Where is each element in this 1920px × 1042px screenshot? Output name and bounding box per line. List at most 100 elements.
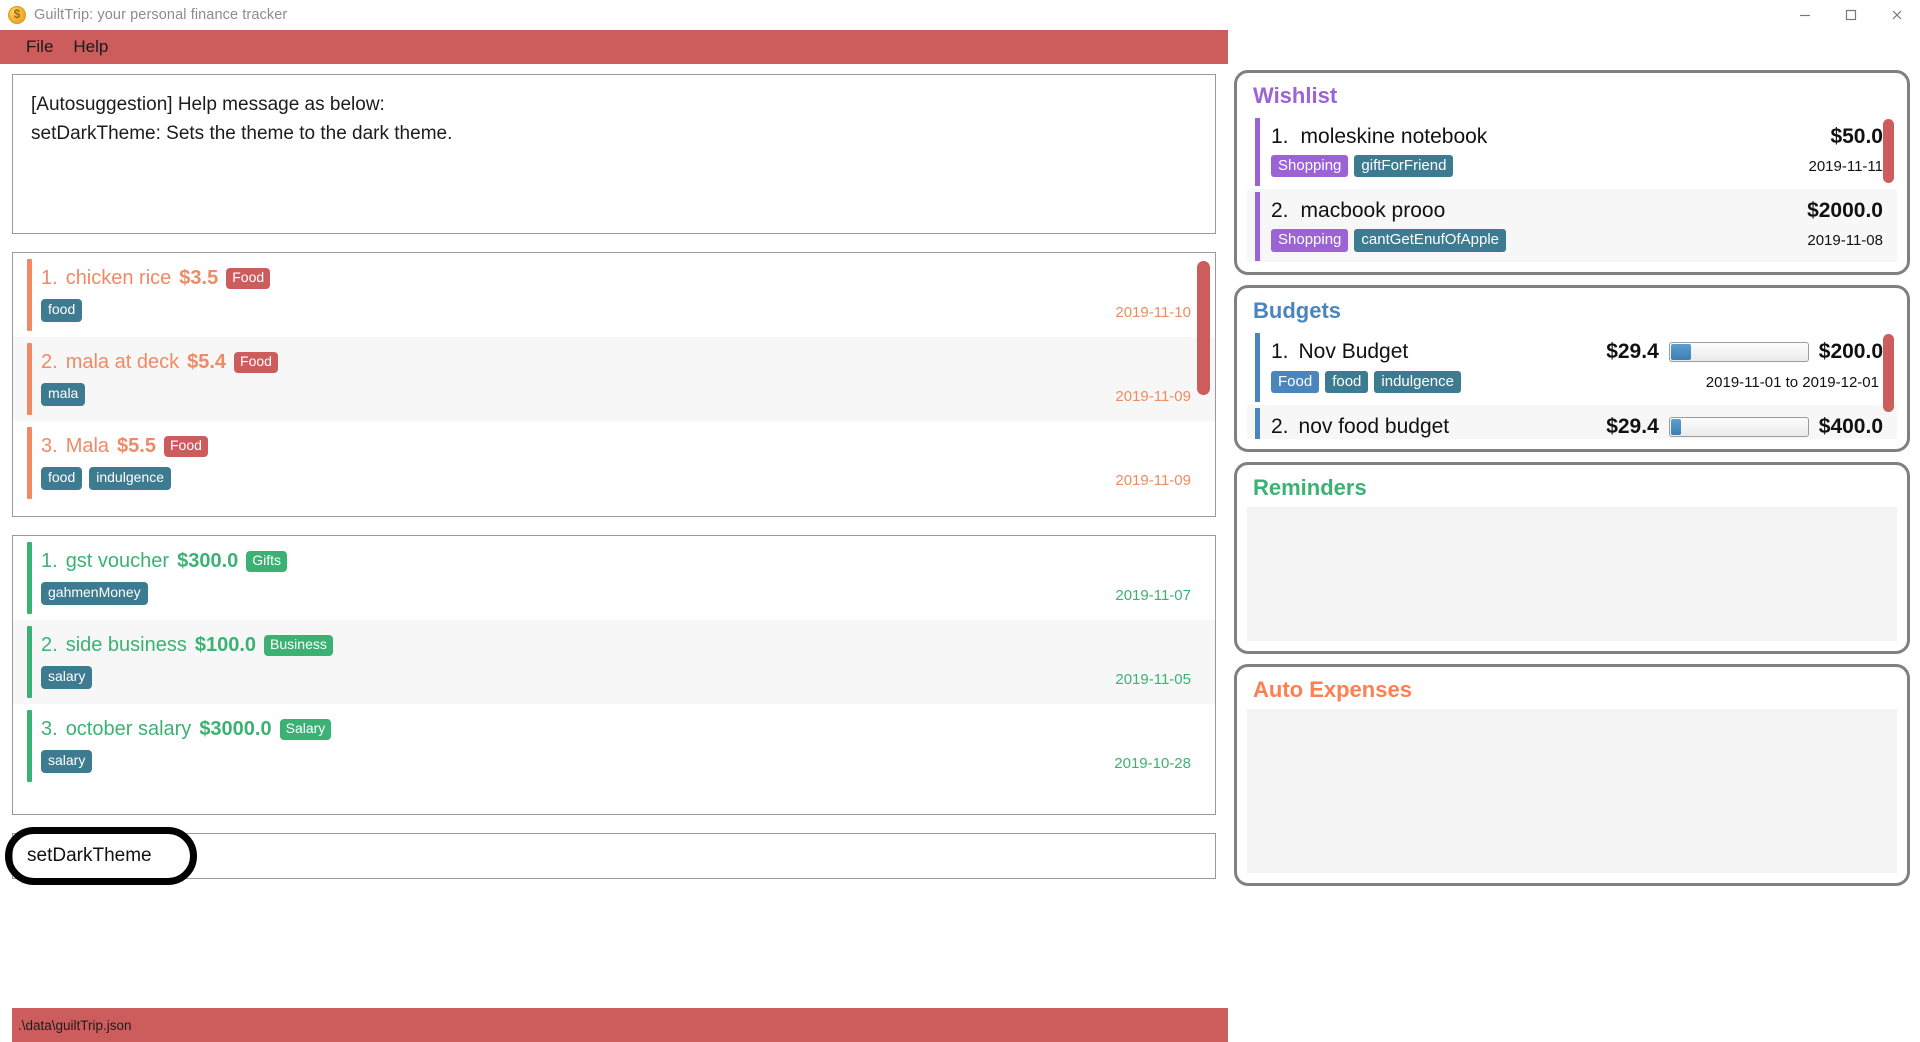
budgets-scrollbar[interactable] <box>1881 330 1897 439</box>
wishlist-item-accent <box>1255 192 1260 261</box>
budget-progress-fill <box>1670 344 1692 360</box>
row-name: side business <box>65 634 187 656</box>
budget-item-accent <box>1255 408 1260 439</box>
row-index: 1. <box>41 267 58 289</box>
row-accent-bar <box>27 259 32 331</box>
result-line-2: setDarkTheme: Sets the theme to the dark… <box>31 122 453 144</box>
income-row-header: 1. gst voucher $300.0 Gifts <box>41 550 1195 573</box>
row-category-tag: Salary <box>279 719 332 740</box>
expense-row-tags: food <box>41 298 1195 323</box>
row-accent-bar <box>27 343 32 415</box>
command-input[interactable] <box>12 833 1216 879</box>
expense-rows: 1. chicken rice $3.5 Food food 2019-11-10 2. ma… <box>13 253 1215 505</box>
row-tag: salary <box>41 666 93 689</box>
budget-item-number: 1. <box>1271 340 1289 363</box>
budget-item-tags: Food food indulgence <box>1271 371 1706 394</box>
budget-item-range: 2019-11-01 to 2019-12-01 <box>1705 373 1879 391</box>
window-controls <box>1782 0 1920 30</box>
minimize-icon[interactable] <box>1782 0 1828 30</box>
budgets-title: Budgets <box>1253 298 1341 323</box>
wishlist-item-number: 1. <box>1271 125 1289 148</box>
expense-row-tags: mala <box>41 382 1195 407</box>
right-column: Wishlist 1. moleskine notebook $50.0 Shoppi… <box>1228 64 1920 1042</box>
budget-item[interactable]: 1. Nov Budget $29.4 $200.0 Food food indulgenc… <box>1247 330 1897 406</box>
wishlist-item-category: Shopping <box>1271 229 1349 252</box>
income-row[interactable]: 1. gst voucher $300.0 Gifts gahmenMoney 2019-… <box>13 536 1215 620</box>
reminders-panel: Reminders <box>1234 462 1910 654</box>
wishlist-item-name: macbook prooo <box>1300 199 1446 223</box>
income-rows: 1. gst voucher $300.0 Gifts gahmenMoney 2019-… <box>13 536 1215 788</box>
result-line-1: [Autosuggestion] Help message as below: <box>31 94 385 115</box>
row-amount: $3000.0 <box>199 718 272 740</box>
row-date: 2019-11-07 <box>1115 587 1191 604</box>
wishlist-item-tags: Shopping cantGetEnufOfApple <box>1271 229 1807 252</box>
budget-item-header: 1. Nov Budget $29.4 $200.0 <box>1271 340 1883 364</box>
income-list-panel: 1. gst voucher $300.0 Gifts gahmenMoney 2019-… <box>12 535 1216 815</box>
budget-item-total: $400.0 <box>1818 415 1883 439</box>
row-name: october salary <box>65 718 192 740</box>
expense-row[interactable]: 3. Mala $5.5 Food food indulgence 2019-11-09 <box>13 421 1215 505</box>
row-date: 2019-11-09 <box>1115 388 1191 405</box>
reminders-list <box>1247 507 1897 641</box>
wishlist-item-tag: cantGetEnufOfApple <box>1354 229 1506 252</box>
budget-progress-bar <box>1668 342 1809 362</box>
row-category-tag: Business <box>264 635 333 656</box>
wishlist-item-category: Shopping <box>1271 155 1349 178</box>
expense-row[interactable]: 1. chicken rice $3.5 Food food 2019-11-10 <box>13 253 1215 337</box>
budget-item-total: $200.0 <box>1818 340 1883 363</box>
command-box-wrapper <box>5 827 1216 885</box>
wishlist-item[interactable]: 2. macbook prooo $2000.0 Shopping cantGetEnu… <box>1247 189 1897 262</box>
budget-item[interactable]: 2. nov food budget $29.4 $400.0 <box>1247 405 1897 439</box>
expense-scrollbar[interactable] <box>1193 253 1215 516</box>
app-body: [Autosuggestion] Help message as below: … <box>0 64 1920 1042</box>
budget-item-name: nov food budget <box>1298 415 1450 439</box>
close-icon[interactable] <box>1874 0 1920 30</box>
budgets-panel: Budgets 1. Nov Budget $29.4 $200.0 Food food i… <box>1234 285 1910 452</box>
wishlist-item-meta: Shopping giftForFriend 2019-11-11 <box>1271 155 1883 178</box>
window-titlebar: GuiltTrip: your personal finance tracker <box>0 0 1920 30</box>
row-index: 1. <box>41 550 58 572</box>
wishlist-scrollbar-thumb[interactable] <box>1883 119 1894 183</box>
expense-row[interactable]: 2. mala at deck $5.4 Food mala 2019-11-09 <box>13 337 1215 421</box>
income-row[interactable]: 2. side business $100.0 Business salary 2019-… <box>13 620 1215 704</box>
row-index: 2. <box>41 634 58 656</box>
expense-row-tags: food indulgence <box>41 466 1195 491</box>
reminders-title: Reminders <box>1253 475 1367 500</box>
expense-scrollbar-thumb[interactable] <box>1197 261 1210 395</box>
menu-item-help[interactable]: Help <box>63 30 118 64</box>
wishlist-scrollbar[interactable] <box>1881 115 1897 262</box>
budget-item-tag: indulgence <box>1374 371 1461 394</box>
budget-item-number: 2. <box>1271 415 1289 439</box>
row-category-tag: Food <box>234 352 278 373</box>
row-date: 2019-11-09 <box>1115 472 1191 489</box>
budget-progress-bar <box>1668 417 1809 438</box>
row-tag: indulgence <box>89 467 171 490</box>
wishlist-item-name: moleskine notebook <box>1300 125 1488 148</box>
income-row-tags: gahmenMoney <box>41 581 1195 606</box>
income-row[interactable]: 3. october salary $3000.0 Salary salary 2019-… <box>13 704 1215 788</box>
row-accent-bar <box>27 542 32 614</box>
expense-list-panel: 1. chicken rice $3.5 Food food 2019-11-10 2. ma… <box>12 252 1216 517</box>
row-tag: food <box>41 467 83 490</box>
budgets-scrollbar-thumb[interactable] <box>1883 334 1894 412</box>
row-amount: $300.0 <box>177 550 239 572</box>
budget-item-accent <box>1255 333 1260 403</box>
row-tag: mala <box>41 383 86 406</box>
row-accent-bar <box>27 710 32 782</box>
budget-item-meta: Food food indulgence 2019-11-01 to 2019-12-… <box>1271 371 1883 394</box>
wishlist-item-tags: Shopping giftForFriend <box>1271 155 1808 178</box>
wishlist-item-date: 2019-11-08 <box>1807 231 1883 249</box>
auto-expenses-title: Auto Expenses <box>1253 677 1412 702</box>
window-title: GuiltTrip: your personal finance tracker <box>34 7 288 23</box>
wishlist-item[interactable]: 1. moleskine notebook $50.0 Shopping giftFor… <box>1247 115 1897 190</box>
row-date: 2019-11-05 <box>1115 671 1191 688</box>
row-accent-bar <box>27 626 32 698</box>
wishlist-item-header: 2. macbook prooo $2000.0 <box>1271 199 1883 223</box>
maximize-icon[interactable] <box>1828 0 1874 30</box>
budget-progress-fill <box>1670 419 1681 436</box>
menu-item-file[interactable]: File <box>16 30 63 64</box>
budget-item-name: Nov Budget <box>1298 340 1409 363</box>
auto-expenses-list <box>1247 709 1897 873</box>
row-name: Mala <box>65 435 110 457</box>
budget-item-spent: $29.4 <box>1606 340 1659 363</box>
